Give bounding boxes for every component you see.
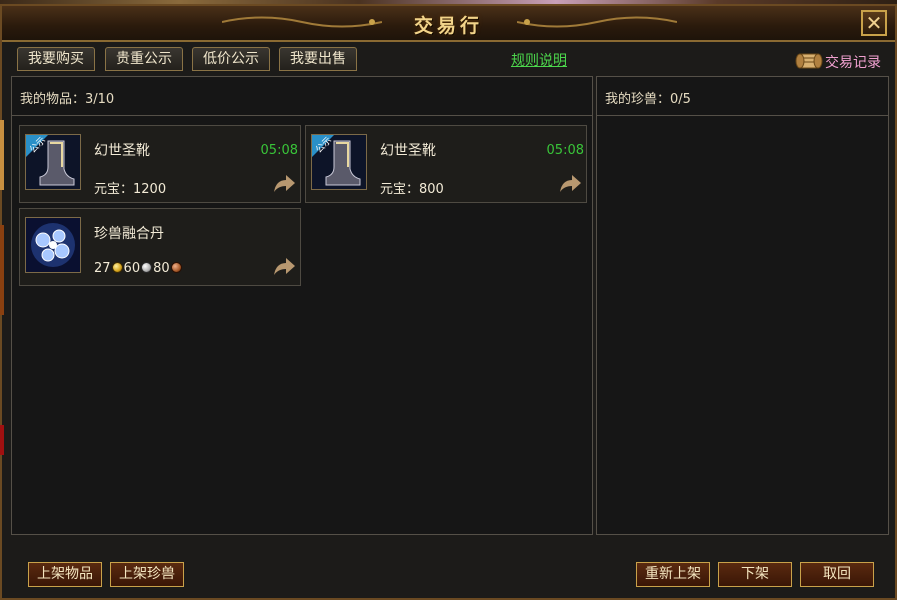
tab-valuable-notice[interactable]: 贵重公示 (105, 47, 183, 71)
item-price: 元宝：1200 (94, 182, 167, 197)
silver-coin-icon (141, 262, 153, 273)
tab-buy[interactable]: 我要购买 (17, 47, 95, 71)
my-pets-header: 我的珍兽：0/5 (597, 77, 888, 116)
item-timer: 05:08 (546, 143, 584, 158)
gold-coin-icon (111, 262, 123, 273)
tab-lowprice-notice[interactable]: 低价公示 (192, 47, 270, 71)
my-items-title: 我的物品：3/10 (20, 92, 115, 107)
bubbles-icon (25, 217, 81, 273)
side-edge-decoration (0, 120, 4, 190)
rules-link[interactable]: 规则说明 (511, 50, 567, 70)
my-items-header: 我的物品：3/10 (12, 77, 592, 116)
share-arrow-icon[interactable] (272, 257, 296, 277)
scroll-icon (795, 53, 823, 69)
title-bar: 交易行 ✕ (2, 6, 895, 42)
item-price: 27 60 80 (94, 261, 183, 276)
tab-sell[interactable]: 我要出售 (279, 47, 357, 71)
boots-icon: 公示 (311, 134, 367, 190)
window-title: 交易行 (413, 15, 483, 37)
relist-button[interactable]: 重新上架 (636, 562, 710, 587)
item-card[interactable]: 公示 幻世圣靴 05:08 元宝：1200 (19, 125, 301, 203)
my-pets-panel: 我的珍兽：0/5 (596, 76, 889, 535)
item-name: 珍兽融合丹 (94, 226, 164, 242)
list-pet-button[interactable]: 上架珍兽 (110, 562, 184, 587)
copper-coin-icon (170, 262, 182, 273)
my-items-panel: 我的物品：3/10 公示 幻世圣靴 05:08 元宝：1200 公示 幻世圣靴 … (11, 76, 593, 535)
share-arrow-icon[interactable] (272, 174, 296, 194)
item-card[interactable]: 珍兽融合丹 27 60 80 (19, 208, 301, 286)
trade-window: 交易行 ✕ 我要购买 贵重公示 低价公示 我要出售 规则说明 交易记录 我的物品… (0, 4, 897, 600)
gold-amount: 27 (94, 261, 111, 276)
side-edge-decoration (0, 225, 4, 315)
item-timer: 05:08 (260, 143, 298, 158)
side-edge-decoration (0, 425, 4, 455)
item-name: 幻世圣靴 (94, 143, 150, 159)
item-name: 幻世圣靴 (380, 143, 436, 159)
list-item-button[interactable]: 上架物品 (28, 562, 102, 587)
share-arrow-icon[interactable] (558, 174, 582, 194)
delist-button[interactable]: 下架 (718, 562, 792, 587)
close-button[interactable]: ✕ (861, 10, 887, 36)
close-icon: ✕ (865, 11, 883, 35)
item-price: 元宝：800 (380, 182, 444, 197)
my-pets-title: 我的珍兽：0/5 (605, 92, 691, 107)
copper-amount: 80 (153, 261, 170, 276)
retrieve-button[interactable]: 取回 (800, 562, 874, 587)
trade-record-label: 交易记录 (825, 55, 881, 71)
boots-icon: 公示 (25, 134, 81, 190)
silver-amount: 60 (123, 261, 141, 276)
item-card[interactable]: 公示 幻世圣靴 05:08 元宝：800 (305, 125, 587, 203)
